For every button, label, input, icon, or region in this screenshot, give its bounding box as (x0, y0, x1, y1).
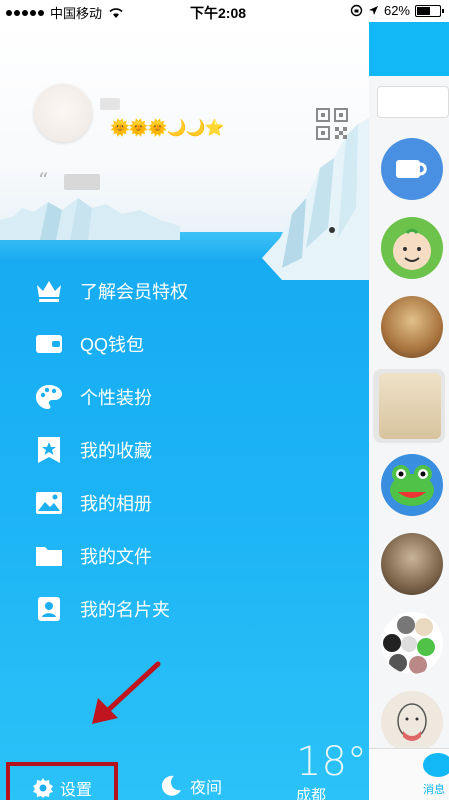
coffee-cup-icon (396, 160, 427, 178)
bookmark-star-icon (34, 435, 64, 465)
status-left: 中国移动 (6, 3, 124, 22)
conversation-avatar (381, 296, 443, 358)
menu-item-label: QQ钱包 (80, 334, 145, 355)
conversation-avatar-group (381, 612, 443, 674)
baby-face-icon (393, 228, 431, 270)
rotation-lock-icon (350, 4, 363, 17)
message-header (369, 22, 449, 76)
battery-fill (417, 6, 431, 15)
battery-icon (415, 4, 444, 17)
city-name: 成都 (296, 787, 327, 800)
frog-icon (390, 465, 434, 506)
menu-item-label: 个性装扮 (80, 387, 152, 408)
wifi-icon (109, 7, 123, 18)
user-avatar[interactable] (34, 84, 92, 142)
weather-widget[interactable]: 18° 成都 (296, 742, 367, 800)
status-right: 62% (350, 3, 444, 18)
bottom-tab-bar: 消息 (369, 748, 449, 800)
user-nickname[interactable] (100, 98, 120, 110)
drawer-bottom-bar: 设置 夜间 18° 成都 (0, 738, 369, 800)
conversation-avatar (381, 533, 443, 595)
iceberg-left-illustration (0, 198, 180, 240)
carrier-name: 中国移动 (50, 6, 103, 21)
wallet-icon (34, 329, 64, 359)
palette-icon (34, 382, 64, 412)
moon-icon (160, 775, 182, 797)
menu-item-cards[interactable]: 我的名片夹 (34, 582, 354, 635)
settings-button[interactable]: 设置 (6, 762, 118, 800)
sketch-face-icon (397, 703, 427, 741)
tab-messages[interactable]: 消息 (423, 753, 449, 797)
conversation-item[interactable] (369, 130, 449, 209)
status-bar: 中国移动 下午2:08 62% (0, 0, 449, 22)
qq-level-icons[interactable]: 🌞🌞🌞🌙🌙⭐ (110, 118, 225, 138)
drawer-menu: 了解会员特权 QQ钱包 个性装扮 我的收藏 我的相册 我的文件 我的名片夹 (34, 264, 354, 635)
settings-label: 设置 (60, 782, 93, 799)
message-bubble-icon (423, 753, 449, 777)
menu-item-favorites[interactable]: 我的收藏 (34, 423, 354, 476)
night-mode-button[interactable]: 夜间 (160, 774, 222, 798)
iceberg-right-illustration (262, 118, 369, 280)
temperature: 18° (296, 739, 367, 785)
conversation-avatar (381, 691, 443, 753)
location-icon (368, 6, 378, 15)
tab-messages-label: 消息 (423, 784, 445, 796)
menu-item-label: 我的文件 (80, 546, 152, 567)
signal-strength-icon (6, 9, 44, 16)
signature-quote-mark: “ (38, 168, 49, 192)
conversation-item[interactable] (369, 525, 449, 604)
contact-card-icon (34, 594, 64, 624)
menu-item-label: 我的收藏 (80, 440, 152, 461)
conversation-avatar (379, 373, 441, 439)
user-signature[interactable] (64, 174, 100, 190)
menu-item-theme[interactable]: 个性装扮 (34, 370, 354, 423)
conversation-avatar (381, 217, 443, 279)
conversation-item[interactable] (369, 288, 449, 367)
qr-code-icon[interactable] (316, 108, 348, 140)
folder-icon (34, 541, 64, 571)
menu-item-label: 我的相册 (80, 493, 152, 514)
conversation-item-selected[interactable] (369, 367, 449, 446)
menu-item-label: 了解会员特权 (80, 281, 188, 302)
night-label: 夜间 (190, 780, 223, 797)
crown-icon (34, 276, 64, 306)
battery-percent: 62% (383, 3, 410, 18)
annotation-arrow (92, 661, 161, 724)
status-time: 下午2:08 (190, 5, 247, 21)
menu-item-label: 我的名片夹 (80, 599, 170, 620)
conversation-list (369, 130, 449, 762)
photo-icon (34, 488, 64, 518)
menu-item-files[interactable]: 我的文件 (34, 529, 354, 582)
conversation-avatar (381, 138, 443, 200)
menu-item-album[interactable]: 我的相册 (34, 476, 354, 529)
menu-item-vip[interactable]: 了解会员特权 (34, 264, 354, 317)
side-drawer: 🌞🌞🌞🌙🌙⭐ “ 了解会员特权 QQ钱包 个性装扮 我的收藏 我的相册 我的文件… (0, 22, 369, 800)
menu-item-wallet[interactable]: QQ钱包 (34, 317, 354, 370)
conversation-item[interactable] (369, 209, 449, 288)
message-list-panel: 消息 (369, 22, 449, 800)
conversation-avatar (381, 454, 443, 516)
gear-icon (32, 777, 54, 799)
conversation-item[interactable] (369, 446, 449, 525)
search-input[interactable] (377, 86, 449, 118)
conversation-item[interactable] (369, 604, 449, 683)
